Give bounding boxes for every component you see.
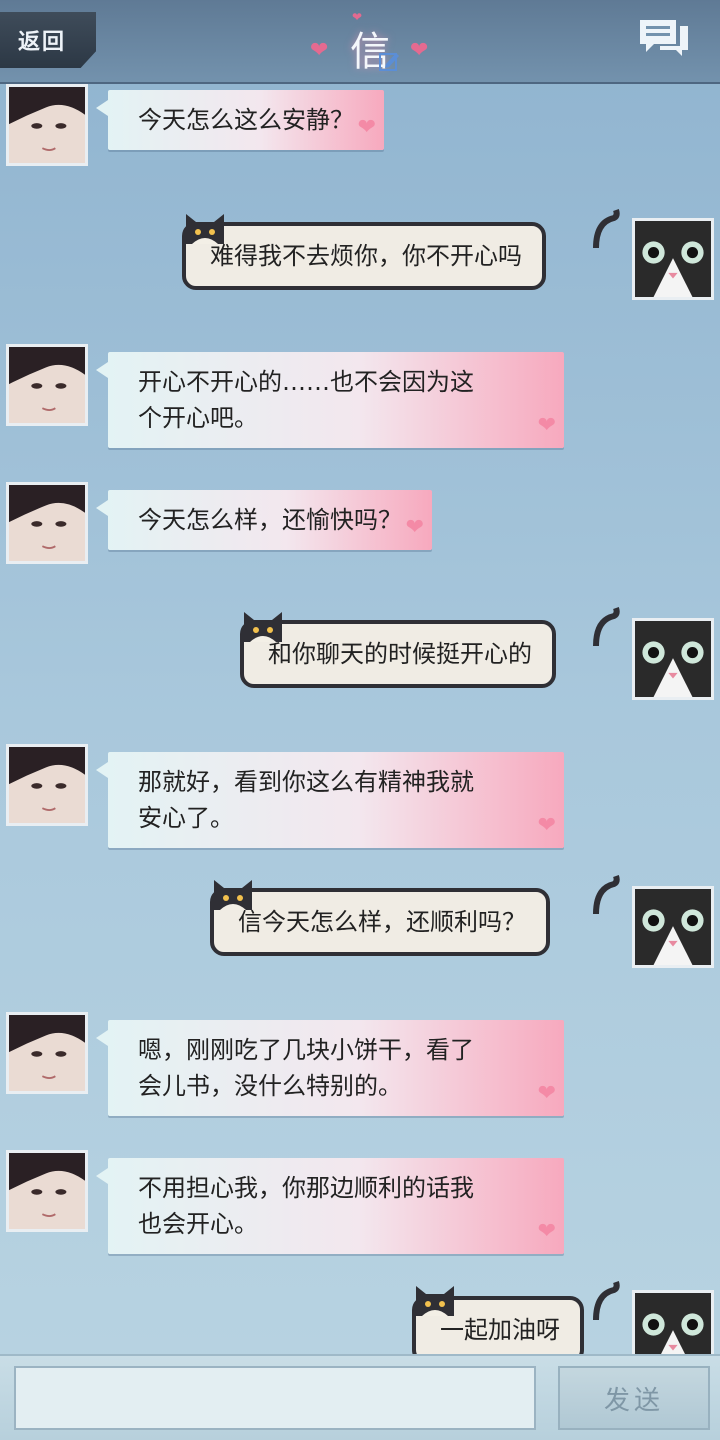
heart-icon: ❤	[405, 515, 424, 540]
message-text-line: 那就好，看到你这么有精神我就	[138, 768, 474, 796]
avatar[interactable]	[6, 1150, 88, 1232]
avatar[interactable]	[632, 1290, 714, 1354]
message-text: 难得我不去烦你，你不开心吗	[210, 242, 522, 270]
avatar[interactable]	[6, 744, 88, 826]
message-list[interactable]: 今天怎么这么安静？ ❤ 难得我不去烦你，你不开心吗 开心不开心的……也不会因为这…	[0, 84, 720, 1354]
message-text-line: 也会开心。	[138, 1210, 258, 1238]
send-button[interactable]: 发送	[558, 1366, 710, 1430]
cat-icon	[416, 1286, 454, 1316]
avatar[interactable]	[6, 84, 88, 166]
cat-tail-decoration	[593, 875, 620, 914]
cat-icon	[244, 612, 282, 642]
heart-icon: ❤	[352, 10, 363, 24]
message-bubble-left[interactable]: 嗯，刚刚吃了几块小饼干，看了 会儿书，没什么特别的。 ❤	[96, 1020, 564, 1116]
message-bubble-right[interactable]: 难得我不去烦你，你不开心吗	[182, 222, 546, 290]
message-bubble-left[interactable]: 不用担心我，你那边顺利的话我 也会开心。 ❤	[96, 1158, 564, 1254]
avatar[interactable]	[632, 218, 714, 300]
message-text: 信今天怎么样，还顺利吗？	[238, 908, 526, 936]
avatar[interactable]	[6, 1012, 88, 1094]
avatar[interactable]	[632, 618, 714, 700]
message-bubble-left[interactable]: 那就好，看到你这么有精神我就 安心了。 ❤	[96, 752, 564, 848]
cat-tail-decoration	[593, 607, 620, 646]
edit-icon[interactable]	[378, 50, 400, 72]
message-text-line: 个开心吧。	[138, 404, 258, 432]
header-bar: 返回 ❤ ❤ ❤ 信	[0, 0, 720, 84]
heart-icon: ❤	[357, 115, 376, 140]
cat-tail-decoration	[593, 209, 620, 248]
message-text-line: 会儿书，没什么特别的。	[138, 1072, 402, 1100]
cat-icon	[214, 880, 252, 910]
message-text-line: 安心了。	[138, 804, 234, 832]
message-bubble-left[interactable]: 今天怎么样，还愉快吗？ ❤	[96, 490, 432, 550]
cat-icon	[186, 214, 224, 244]
message-text: 和你聊天的时候挺开心的	[268, 640, 532, 668]
avatar[interactable]	[6, 482, 88, 564]
message-text: 一起加油呀	[440, 1316, 560, 1344]
message-bubble-right[interactable]: 信今天怎么样，还顺利吗？	[210, 888, 550, 956]
heart-icon: ❤	[537, 1219, 556, 1244]
heart-icon: ❤	[310, 38, 329, 63]
cat-tail-decoration	[593, 1281, 620, 1320]
message-text-line: 不用担心我，你那边顺利的话我	[138, 1174, 474, 1202]
message-bubble-left[interactable]: 开心不开心的……也不会因为这 个开心吧。 ❤	[96, 352, 564, 448]
message-text-line: 开心不开心的……也不会因为这	[138, 368, 474, 396]
avatar[interactable]	[632, 886, 714, 968]
heart-icon: ❤	[410, 38, 429, 63]
message-bubble-right[interactable]: 和你聊天的时候挺开心的	[240, 620, 556, 688]
message-input[interactable]	[14, 1366, 536, 1430]
message-text: 今天怎么这么安静？	[138, 106, 354, 134]
title-area: ❤ ❤ ❤ 信	[300, 10, 440, 78]
message-bubble-left[interactable]: 今天怎么这么安静？ ❤	[96, 90, 384, 150]
input-bar: 发送	[0, 1354, 720, 1440]
heart-icon: ❤	[537, 413, 556, 438]
heart-icon: ❤	[537, 813, 556, 838]
heart-icon: ❤	[537, 1081, 556, 1106]
message-text: 今天怎么样，还愉快吗？	[138, 506, 402, 534]
message-text-line: 嗯，刚刚吃了几块小饼干，看了	[138, 1036, 474, 1064]
chat-bubbles-icon[interactable]	[638, 16, 690, 60]
avatar[interactable]	[6, 344, 88, 426]
back-button[interactable]: 返回	[0, 12, 96, 68]
